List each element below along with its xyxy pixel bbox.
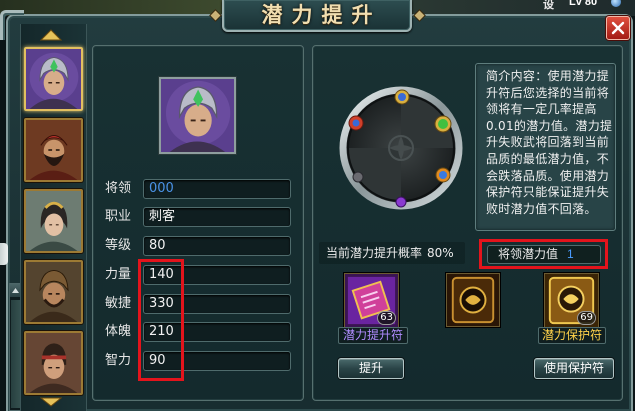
level-label: 等级 [105, 238, 132, 253]
potential-value-field: 将领潜力值 1 [487, 245, 601, 264]
general-info-panel: 将领 000 职业 刺客 等级 80 力量 140 敏捷 330 体魄 210 … [92, 45, 304, 401]
general-portrait-1[interactable] [24, 47, 83, 111]
close-icon [611, 21, 625, 35]
close-button[interactable] [606, 16, 630, 40]
hud-level-label: Lv 80 [569, 0, 598, 8]
potential-label: 将领潜力值 [498, 247, 559, 261]
potential-upgrade-panel: 简介内容：使用潜力提 升符后您选择的当前将 领将有一定几率提高 0.01的潜力值… [312, 45, 623, 401]
general-name-label: 将领 [105, 181, 132, 196]
portrait-warrior-general-image [26, 262, 81, 322]
intelligence-value: 90 [143, 351, 291, 371]
dial-gem-upper-right [434, 115, 452, 133]
general-portrait-2[interactable] [24, 118, 83, 182]
upgrade-scroll-slot[interactable]: 63 [344, 273, 399, 328]
dial-gem-upper-left [348, 115, 364, 131]
window-title: 潜力提升 [261, 3, 382, 27]
general-portrait-5[interactable] [24, 331, 83, 395]
dial-gem-lower-left [352, 171, 364, 183]
arrow-up-icon[interactable] [40, 29, 62, 41]
portrait-headband-general-image [26, 333, 81, 393]
agility-label: 敏捷 [105, 296, 132, 311]
intro-line: 品质的最低潜力值，不 [486, 151, 610, 166]
scroll-thumb[interactable] [11, 300, 20, 408]
gold-seal-icon [447, 274, 499, 326]
protect-scroll-slot[interactable]: 69 [544, 273, 599, 328]
portrait-bearded-general-image [26, 120, 81, 180]
dial-gem-lower-right [435, 167, 451, 183]
physique-label: 体魄 [105, 324, 132, 339]
intro-line: 0.01的潜力值。潜力提 [486, 118, 613, 133]
intro-line: 会跌落品质。使用潜力 [486, 168, 610, 183]
upgrade-button[interactable]: 提升 [338, 358, 404, 379]
title-banner: 潜力提升 [222, 0, 412, 32]
arrow-down-icon[interactable] [40, 397, 62, 407]
protect-scroll-label: 潜力保护符 [538, 327, 606, 344]
dial-gem-bottom [395, 196, 407, 208]
physique-value: 210 [143, 322, 291, 342]
portrait-female-general-image [26, 191, 81, 251]
dial-gem-top [394, 89, 410, 105]
hud-settings-label[interactable]: 设 [543, 0, 554, 12]
upgrade-scroll-label: 潜力提升符 [338, 327, 408, 344]
arrow-up-icon [12, 288, 19, 293]
class-label: 职业 [105, 209, 132, 224]
item-slot-middle[interactable] [446, 273, 500, 327]
protect-scroll-count: 69 [577, 311, 596, 325]
probability-label: 当前潜力提升概率 [326, 246, 423, 260]
upgrade-probability: 当前潜力提升概率 80% [319, 242, 465, 264]
intro-line: 简介内容：使用潜力提 [486, 69, 610, 83]
intelligence-label: 智力 [105, 353, 132, 368]
strength-value: 140 [143, 265, 291, 285]
class-value: 刺客 [143, 207, 291, 227]
general-name-value: 000 [143, 179, 291, 199]
upgrade-scroll-count: 63 [377, 311, 396, 325]
portrait-helmeted-general-image [161, 79, 234, 152]
intro-line: 败时潜力值不回落。 [486, 201, 597, 216]
potential-value: 1 [567, 247, 574, 261]
general-portrait-4[interactable] [24, 260, 83, 324]
agility-value: 330 [143, 294, 291, 314]
portrait-helmeted-general-image [26, 49, 81, 109]
probability-value: 80% [427, 246, 454, 260]
intro-line: 领将有一定几率提高 [486, 102, 597, 117]
intro-description-box: 简介内容：使用潜力提 升符后您选择的当前将 领将有一定几率提高 0.01的潜力值… [475, 63, 616, 231]
level-value: 80 [143, 236, 291, 256]
use-protect-button[interactable]: 使用保护符 [534, 358, 614, 379]
intro-line: 保护符只能保证提升失 [486, 185, 610, 200]
strength-label: 力量 [105, 267, 132, 282]
intro-line: 升符后您选择的当前将 [486, 85, 610, 100]
intro-line: 升失败武将回落到当前 [486, 135, 610, 150]
potential-dial-icon [339, 86, 463, 210]
side-collapse-tab[interactable] [0, 243, 8, 265]
selected-general-portrait [159, 77, 236, 154]
general-portrait-3[interactable] [24, 189, 83, 253]
